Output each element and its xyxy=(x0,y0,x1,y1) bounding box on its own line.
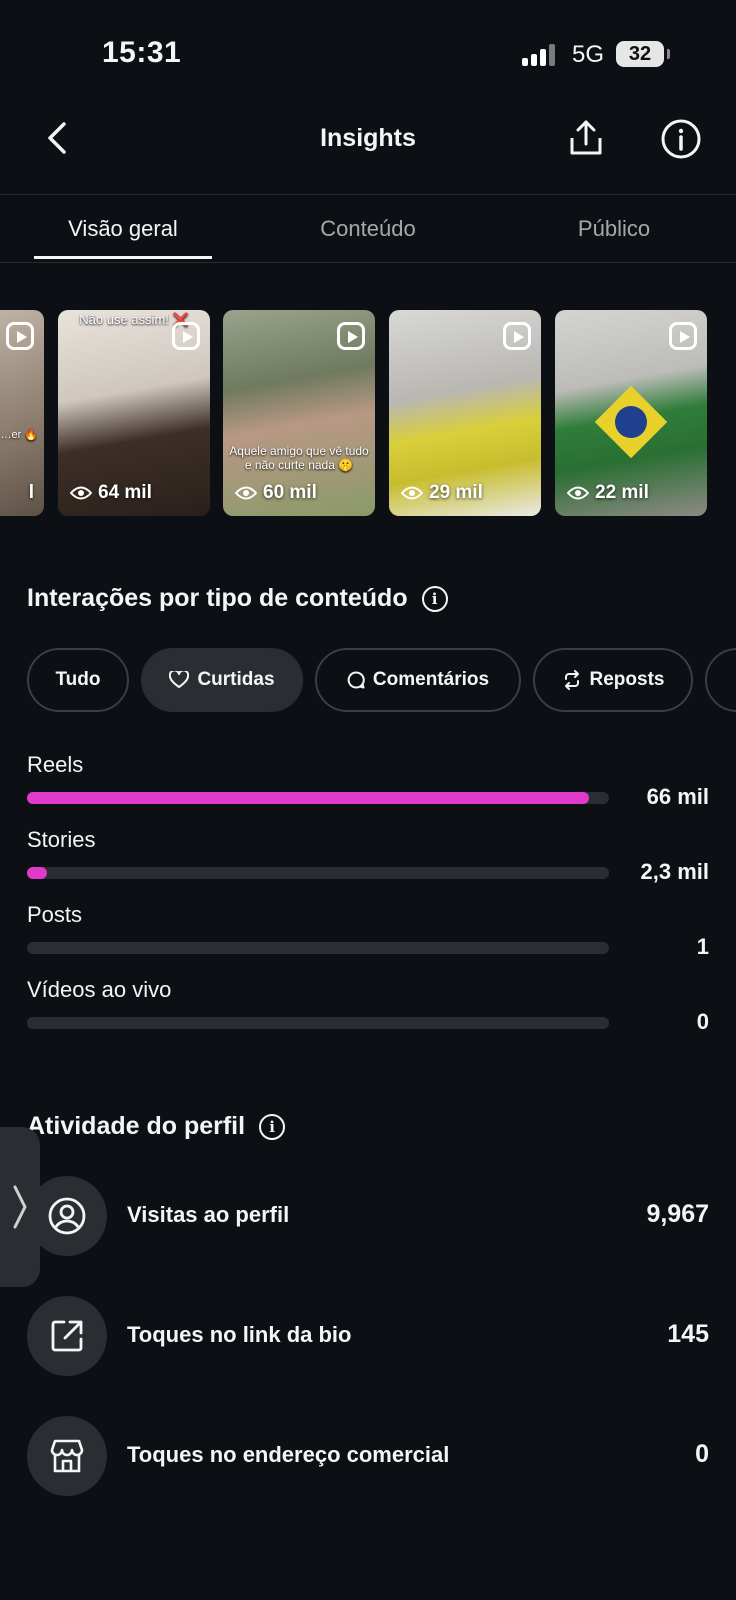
reel-icon xyxy=(337,322,365,350)
bar-value: 1 xyxy=(696,934,709,959)
header-divider xyxy=(0,194,736,195)
chevron-right-icon xyxy=(13,1185,27,1229)
tab-overview[interactable]: Visão geral xyxy=(34,216,212,242)
activity-row-bio-link-taps[interactable]: Toques no link da bio 145 xyxy=(27,1296,709,1376)
chip-label: Curtidas xyxy=(197,669,275,690)
brazil-flag-globe xyxy=(615,406,647,438)
reel-views-count: 60 mil xyxy=(263,482,317,503)
page-title: Insights xyxy=(320,124,416,152)
reels-carousel[interactable]: …car 🇧🇷 …er 🔥 l Não use assim! ❌ 64 mil … xyxy=(0,310,736,516)
interaction-bar-live: Vídeos ao vivo 0 xyxy=(27,977,709,1037)
filter-chip-more[interactable] xyxy=(705,648,736,712)
reel-views: l xyxy=(28,482,34,503)
comment-icon xyxy=(347,671,365,689)
filter-chip-comments[interactable]: Comentários xyxy=(315,648,521,712)
reel-views: 22 mil xyxy=(567,482,649,504)
battery-icon: 32 xyxy=(616,41,670,67)
reel-thumbnail[interactable]: 22 mil xyxy=(555,310,707,516)
storefront-icon xyxy=(27,1416,107,1496)
info-icon[interactable]: i xyxy=(259,1113,286,1140)
activity-label: Visitas ao perfil xyxy=(127,1202,290,1227)
activity-value: 145 xyxy=(667,1320,709,1348)
interaction-bar-posts: Posts 1 xyxy=(27,902,709,962)
eye-icon xyxy=(567,486,589,500)
reel-icon xyxy=(172,322,200,350)
tab-content[interactable]: Conteúdo xyxy=(280,216,456,242)
share-icon[interactable] xyxy=(566,118,606,158)
bar-label: Posts xyxy=(27,902,83,927)
tabs-divider xyxy=(0,262,736,263)
reel-caption: …car 🇧🇷 …er 🔥 xyxy=(0,429,38,441)
chip-label: Reposts xyxy=(589,669,665,690)
external-link-icon xyxy=(27,1296,107,1376)
activity-section-title: Atividade do perfil i xyxy=(27,1112,286,1141)
bar-track xyxy=(27,867,609,879)
reel-views: 29 mil xyxy=(401,482,483,504)
activity-label: Toques no link da bio xyxy=(127,1322,352,1347)
bar-fill xyxy=(27,792,590,804)
reel-icon xyxy=(669,322,697,350)
active-tab-indicator xyxy=(34,256,212,259)
signal-icon xyxy=(522,44,558,66)
reel-icon xyxy=(6,322,34,350)
reel-thumbnail[interactable]: …car 🇧🇷 …er 🔥 l xyxy=(0,310,44,516)
top-bar: Insights xyxy=(0,100,736,194)
bar-value: 66 mil xyxy=(646,784,709,809)
chip-label: Tudo xyxy=(55,669,101,690)
reel-thumbnail[interactable]: 29 mil xyxy=(389,310,541,516)
tab-audience[interactable]: Público xyxy=(526,216,702,242)
interaction-bar-stories: Stories 2,3 mil xyxy=(27,827,709,887)
eye-icon xyxy=(401,486,423,500)
chip-label: Comentários xyxy=(372,669,490,690)
reel-views: 64 mil xyxy=(70,482,152,504)
reel-views: 60 mil xyxy=(235,482,317,504)
bar-value: 2,3 mil xyxy=(640,859,709,884)
side-panel-handle[interactable] xyxy=(0,1127,40,1287)
network-label: 5G xyxy=(572,41,605,68)
repost-icon xyxy=(564,670,579,690)
info-icon[interactable]: i xyxy=(421,585,448,612)
filter-chip-all[interactable]: Tudo xyxy=(27,648,129,712)
bar-track xyxy=(27,792,609,804)
reel-caption: Aquele amigo que vê tudo e não curte nad… xyxy=(229,444,369,472)
filter-chip-reposts[interactable]: Reposts xyxy=(533,648,693,712)
bar-label: Vídeos ao vivo xyxy=(27,977,172,1002)
activity-label: Toques no endereço comercial xyxy=(127,1442,450,1467)
activity-row-profile-visits[interactable]: Visitas ao perfil 9,967 xyxy=(27,1176,709,1256)
bar-label: Stories xyxy=(27,827,96,852)
info-icon[interactable] xyxy=(660,118,702,160)
interaction-filter-chips: Tudo Curtidas Comentários Reposts xyxy=(27,648,736,712)
bar-value: 0 xyxy=(696,1009,709,1034)
filter-chip-likes[interactable]: Curtidas xyxy=(141,648,303,712)
status-bar: 15:31 5G 32 xyxy=(0,0,736,100)
eye-icon xyxy=(70,486,92,500)
reel-icon xyxy=(503,322,531,350)
eye-icon xyxy=(235,486,257,500)
bar-fill xyxy=(27,867,47,879)
interactions-title-text: Interações por tipo de conteúdo xyxy=(27,584,408,612)
activity-value: 0 xyxy=(695,1440,709,1468)
reel-views-count: 22 mil xyxy=(595,482,649,503)
reel-views-count: 64 mil xyxy=(98,482,152,503)
bar-label: Reels xyxy=(27,752,84,777)
interaction-bar-reels: Reels 66 mil xyxy=(27,752,709,812)
activity-title-text: Atividade do perfil xyxy=(27,1112,246,1140)
activity-value: 9,967 xyxy=(646,1200,709,1228)
reel-views-count: 29 mil xyxy=(429,482,483,503)
reel-thumbnail[interactable]: Aquele amigo que vê tudo e não curte nad… xyxy=(223,310,375,516)
interactions-section-title: Interações por tipo de conteúdo i xyxy=(27,584,448,613)
activity-row-address-taps[interactable]: Toques no endereço comercial 0 xyxy=(27,1416,709,1496)
bar-track xyxy=(27,942,609,954)
reel-thumbnail[interactable]: Não use assim! ❌ 64 mil xyxy=(58,310,210,516)
bar-track xyxy=(27,1017,609,1029)
heart-icon xyxy=(169,671,190,688)
status-time: 15:31 xyxy=(102,36,182,69)
